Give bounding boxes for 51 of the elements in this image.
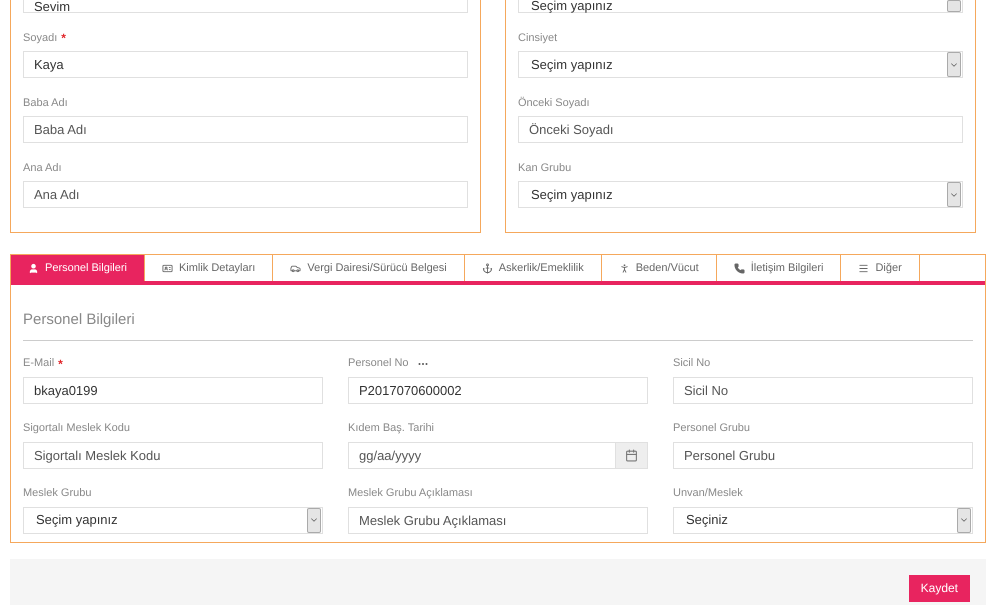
input-field[interactable]: Personel Grubu [673,442,973,468]
input-field[interactable]: Baba Adı [23,116,468,143]
field-label: Meslek Grubu [23,486,92,502]
field-label: Soyadı [23,30,58,46]
input-field[interactable]: Önceki Soyadı [518,116,963,143]
dropdown-icon [307,508,321,532]
menu-icon [858,262,870,274]
phone-icon [734,262,745,274]
input-field[interactable]: Kaya [23,51,468,78]
field-label: Önceki Soyadı [518,96,590,111]
field-label: Meslek Grubu Açıklaması [348,486,473,502]
input-field[interactable]: Sevim [23,0,468,13]
field-label: Personel No [348,356,409,372]
input-field[interactable]: bkaya0199 [23,376,323,404]
id-card-icon [162,262,173,274]
required-mark: * [61,32,66,44]
field-label: E-Mail [23,356,54,372]
input-field[interactable]: Ana Adı [23,181,468,208]
input-field[interactable]: Sigortalı Meslek Kodu [23,442,323,468]
select-field[interactable]: Seçim yapınız [518,51,963,78]
dropdown-icon [957,508,971,532]
field-label: Baba Adı [23,96,68,111]
dropdown-icon [947,182,961,207]
dropdown-icon [947,52,961,77]
date-field[interactable]: gg/aa/yyyy [348,442,615,468]
field-label: Kıdem Baş. Tarihi [348,421,434,436]
field-label: Ana Adı [23,160,62,176]
required-mark: * [58,358,63,370]
select-field[interactable]: Seçim yapınız [23,506,323,534]
field-label: Cinsiyet [518,30,558,46]
select-field[interactable]: Seçiniz [673,506,973,534]
input-field[interactable]: Meslek Grubu Açıklaması [348,506,648,534]
select-field[interactable]: Seçim yapınız [518,0,963,13]
save-button[interactable]: Kaydet [908,574,970,602]
tab[interactable]: Personel Bilgileri [11,255,145,281]
input-field[interactable]: Sicil No [673,376,973,404]
tab[interactable]: İletişim Bilgileri [716,255,842,281]
input-field[interactable]: P2017070600002 [348,376,648,404]
field-label: Sicil No [673,356,710,372]
field-label: Unvan/Meslek [673,486,743,502]
section-title: Personel Bilgileri [23,309,973,340]
calendar-icon[interactable] [615,442,648,468]
field-label: Sigortalı Meslek Kodu [23,421,130,436]
person-icon [618,262,630,274]
anchor-icon [482,262,493,274]
user-icon [28,262,39,274]
field-label: Kan Grubu [518,160,572,176]
field-label: Personel Grubu [673,421,750,436]
tab[interactable]: Beden/Vücut [602,255,717,281]
select-field[interactable]: Seçim yapınız [518,181,963,208]
dropdown-icon [947,0,961,12]
